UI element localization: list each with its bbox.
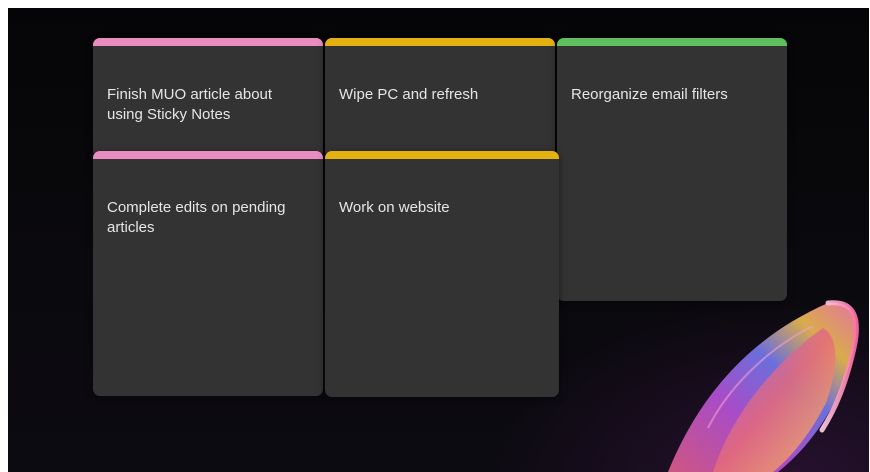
sticky-note[interactable]: Reorganize email filters bbox=[557, 38, 787, 301]
note-text[interactable]: Work on website bbox=[339, 198, 545, 218]
note-color-bar bbox=[93, 38, 323, 46]
note-text[interactable]: Complete edits on pending articles bbox=[107, 198, 309, 238]
sticky-note[interactable]: Complete edits on pending articles bbox=[93, 151, 323, 396]
desktop: Finish MUO article about using Sticky No… bbox=[8, 8, 869, 472]
note-text[interactable]: Wipe PC and refresh bbox=[339, 85, 541, 105]
sticky-note[interactable]: Work on website bbox=[325, 151, 559, 397]
note-color-bar bbox=[557, 38, 787, 46]
note-text[interactable]: Finish MUO article about using Sticky No… bbox=[107, 85, 309, 125]
note-color-bar bbox=[93, 151, 323, 159]
sticky-note[interactable]: Wipe PC and refresh bbox=[325, 38, 555, 158]
note-text[interactable]: Reorganize email filters bbox=[571, 85, 773, 105]
note-color-bar bbox=[325, 151, 559, 159]
sticky-note[interactable]: Finish MUO article about using Sticky No… bbox=[93, 38, 323, 158]
note-color-bar bbox=[325, 38, 555, 46]
